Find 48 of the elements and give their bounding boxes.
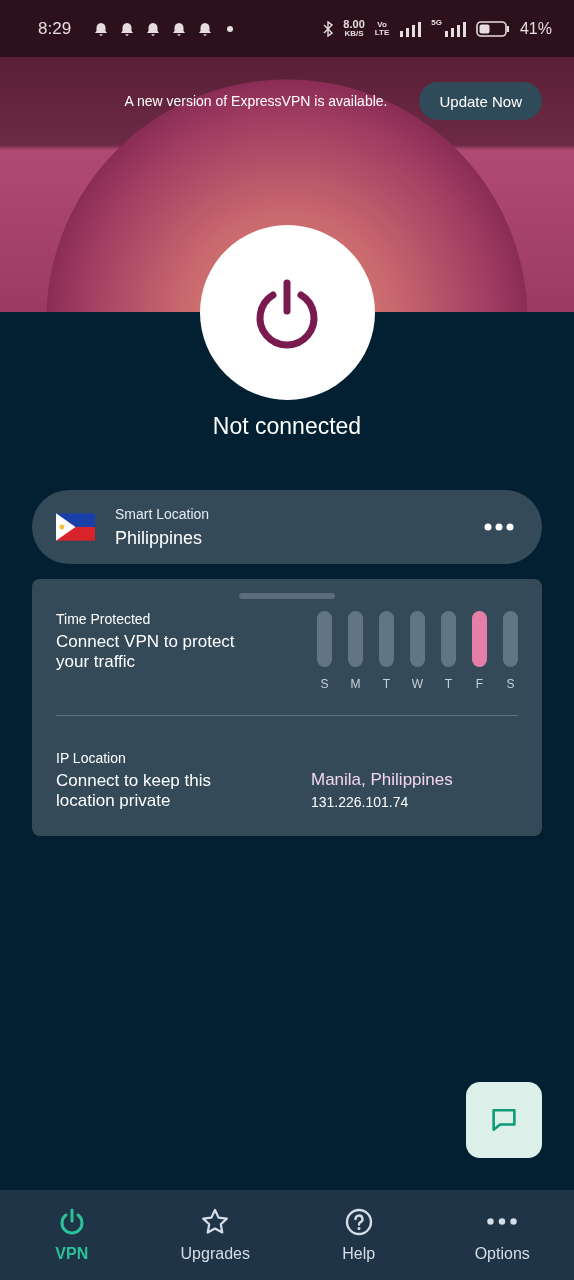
network-label: 5G — [431, 18, 442, 27]
day-label: S — [320, 677, 329, 691]
speed-value: 8.00 — [343, 19, 365, 30]
location-name: Philippines — [115, 527, 204, 549]
lte-label: LTE — [374, 28, 390, 37]
signal-icon — [399, 20, 422, 37]
section-title: Time Protected — [56, 611, 152, 627]
clock-time: 8:29 — [38, 18, 72, 39]
chat-button[interactable] — [466, 1082, 542, 1158]
chat-icon — [492, 1109, 516, 1131]
location-selector[interactable]: Smart Location Philippines — [32, 490, 542, 564]
nav-tab[interactable]: Upgrades — [143, 1190, 287, 1280]
connection-status: Not connected — [212, 413, 362, 440]
signal-icon — [443, 20, 466, 37]
bell-icon — [171, 20, 188, 37]
dot-icon — [227, 25, 234, 32]
day-label: S — [506, 677, 515, 691]
more-icon[interactable] — [484, 523, 514, 531]
section-message: Connect VPN to protect your traffic — [56, 632, 236, 673]
nav-tab[interactable]: Options — [430, 1190, 574, 1280]
section-message: Connect to keep this location private — [56, 771, 212, 812]
battery-percent: 41% — [519, 19, 552, 38]
bell-icon — [93, 20, 110, 37]
ip-address: 131.226.101.74 — [311, 794, 410, 810]
star-icon — [200, 1207, 231, 1237]
day-label: M — [350, 677, 361, 691]
bell-icon — [197, 20, 214, 37]
section-title: IP Location — [56, 750, 127, 766]
more-icon — [487, 1218, 518, 1225]
drag-handle[interactable] — [239, 593, 335, 599]
volte-label: Vo — [377, 20, 387, 29]
update-now-button[interactable]: Update Now — [419, 82, 542, 120]
nav-tab[interactable]: VPN — [0, 1190, 144, 1280]
speed-unit: KB/S — [344, 30, 364, 38]
help-icon — [343, 1207, 374, 1237]
bell-icon — [119, 20, 136, 37]
day-label: T — [382, 677, 391, 691]
nav-tab[interactable]: Help — [287, 1190, 431, 1280]
bell-icon — [145, 20, 162, 37]
location-label: Smart Location — [115, 505, 211, 522]
ip-place: Manila, Philippines — [311, 770, 454, 790]
flag-icon — [56, 513, 95, 541]
day-label: W — [411, 677, 424, 691]
bluetooth-icon — [323, 20, 334, 37]
update-message: A new version of ExpressVPN is available. — [124, 93, 388, 109]
day-label: F — [475, 677, 484, 691]
battery-icon — [475, 20, 510, 37]
day-label: T — [444, 677, 453, 691]
